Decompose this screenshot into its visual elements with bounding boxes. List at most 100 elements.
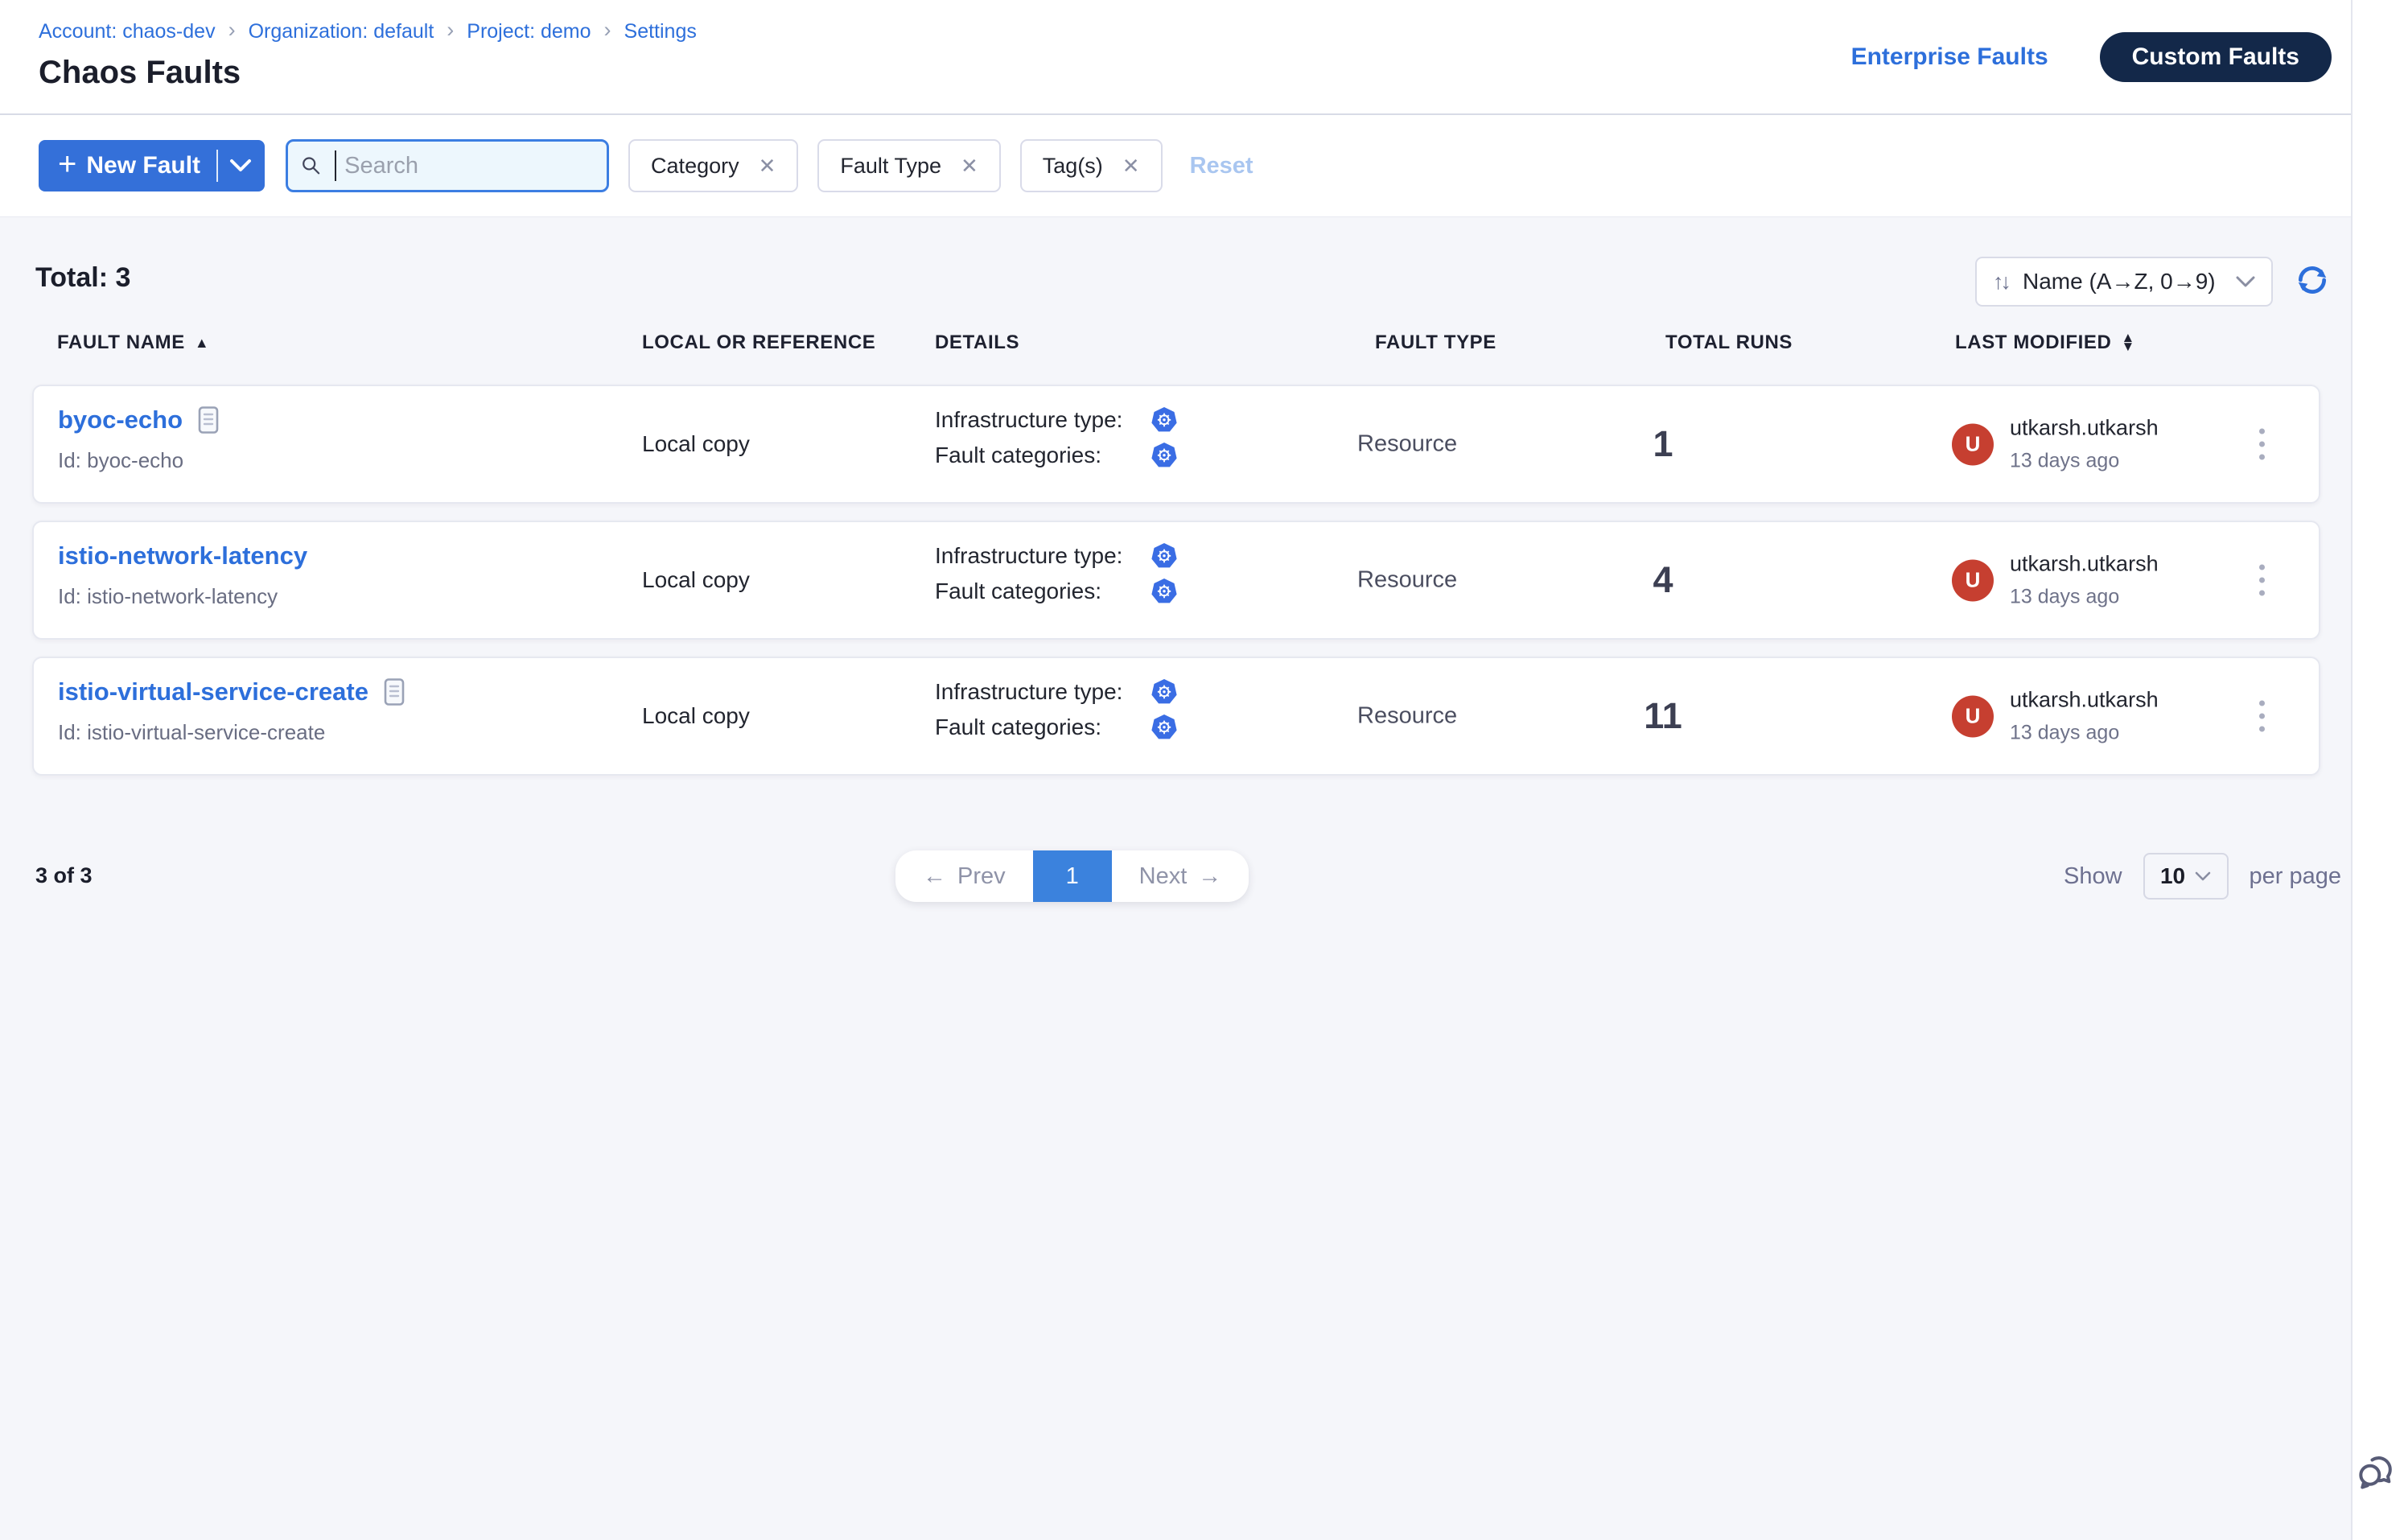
table-row: istio-network-latency Id: istio-network-… xyxy=(32,521,2320,640)
filter-chip-category[interactable]: Category ✕ xyxy=(628,139,798,192)
kebab-dot xyxy=(2259,565,2265,570)
row-menu-button[interactable] xyxy=(2251,421,2273,468)
right-scroll-gutter xyxy=(2351,0,2404,1540)
last-modified-cell: U utkarsh.utkarsh 13 days ago xyxy=(1952,416,2159,473)
modified-time: 13 days ago xyxy=(2010,450,2159,473)
column-header-local-or-reference: LOCAL OR REFERENCE xyxy=(642,331,875,354)
arrow-left-icon: ← xyxy=(923,863,946,890)
help-chat-button[interactable] xyxy=(2354,1447,2401,1498)
enterprise-faults-link[interactable]: Enterprise Faults xyxy=(1851,43,2048,71)
avatar: U xyxy=(1952,695,1994,737)
kebab-dot xyxy=(2259,714,2265,719)
fault-name-link[interactable]: istio-network-latency xyxy=(58,541,307,570)
refresh-button[interactable] xyxy=(2295,262,2330,302)
column-header-details: DETAILS xyxy=(935,331,1019,354)
fault-id: Id: byoc-echo xyxy=(58,448,220,473)
kebab-dot xyxy=(2259,578,2265,583)
column-header-total-runs: TOTAL RUNS xyxy=(1665,331,1793,354)
chevron-down-icon[interactable] xyxy=(229,159,252,173)
copy-id-icon[interactable] xyxy=(197,406,220,434)
refresh-icon xyxy=(2295,262,2330,298)
chaos-faults-page: Account: chaos-dev › Organization: defau… xyxy=(0,0,2351,1540)
sort-both-icon: ▲▼ xyxy=(2121,334,2134,351)
next-label: Next xyxy=(1139,863,1188,890)
close-icon[interactable]: ✕ xyxy=(1122,154,1140,179)
infrastructure-type-label: Infrastructure type: xyxy=(935,407,1151,433)
total-runs-cell: 1 xyxy=(1623,423,1703,465)
page-size-select[interactable]: 10 xyxy=(2143,853,2229,900)
row-menu-button[interactable] xyxy=(2251,557,2273,604)
kebab-dot xyxy=(2259,429,2265,434)
breadcrumb-organization[interactable]: Organization: default xyxy=(249,20,434,43)
filter-chip-fault-type[interactable]: Fault Type ✕ xyxy=(817,139,1000,192)
table-header-row: FAULT NAME ▲ LOCAL OR REFERENCE DETAILS … xyxy=(32,331,2320,364)
kebab-dot xyxy=(2259,727,2265,732)
fault-name-cell: byoc-echo Id: byoc-echo xyxy=(58,406,220,473)
prev-page-button[interactable]: ← Prev xyxy=(895,850,1033,902)
local-or-reference-cell: Local copy xyxy=(642,431,750,457)
new-fault-button[interactable]: + New Fault xyxy=(39,140,265,191)
text-cursor xyxy=(335,150,337,181)
kubernetes-icon xyxy=(1151,678,1178,706)
filter-chip-tags[interactable]: Tag(s) ✕ xyxy=(1020,139,1163,192)
column-header-fault-name[interactable]: FAULT NAME ▲ xyxy=(57,331,209,354)
breadcrumb-settings[interactable]: Settings xyxy=(624,20,697,43)
local-or-reference-cell: Local copy xyxy=(642,703,750,729)
fault-type-cell: Resource xyxy=(1357,431,1457,458)
current-page-button[interactable]: 1 xyxy=(1033,850,1112,902)
breadcrumb-project[interactable]: Project: demo xyxy=(467,20,591,43)
total-count-label: Total: 3 xyxy=(35,262,130,294)
copy-id-icon[interactable] xyxy=(383,677,405,706)
close-icon[interactable]: ✕ xyxy=(961,154,978,179)
avatar: U xyxy=(1952,559,1994,601)
table-row: istio-virtual-service-create Id: istio-v… xyxy=(32,657,2320,776)
sort-ascending-icon: ▲ xyxy=(195,336,209,350)
arrow-right-icon: → xyxy=(1198,863,1221,890)
kubernetes-icon xyxy=(1151,714,1178,741)
search-input[interactable] xyxy=(344,153,594,179)
column-label: TOTAL RUNS xyxy=(1665,331,1793,354)
modified-time: 13 days ago xyxy=(2010,722,2159,745)
page-size-value: 10 xyxy=(2160,863,2185,889)
breadcrumb-separator-icon: › xyxy=(447,18,454,43)
chat-bubbles-icon xyxy=(2354,1447,2401,1494)
reset-filters-button[interactable]: Reset xyxy=(1190,153,1253,179)
infrastructure-type-label: Infrastructure type: xyxy=(935,543,1151,569)
filter-chip-label: Category xyxy=(651,154,739,179)
fault-name-link[interactable]: byoc-echo xyxy=(58,406,220,434)
kubernetes-icon xyxy=(1151,542,1178,570)
infrastructure-type-label: Infrastructure type: xyxy=(935,679,1151,705)
fault-type-cell: Resource xyxy=(1357,703,1457,730)
fault-name-text: istio-network-latency xyxy=(58,541,307,570)
custom-faults-button[interactable]: Custom Faults xyxy=(2100,32,2332,82)
close-icon[interactable]: ✕ xyxy=(759,154,776,179)
pagination-range-label: 3 of 3 xyxy=(35,863,93,888)
search-icon xyxy=(301,154,322,178)
kubernetes-icon xyxy=(1151,442,1178,469)
modified-time: 13 days ago xyxy=(2010,586,2159,609)
kebab-dot xyxy=(2259,591,2265,596)
kebab-dot xyxy=(2259,455,2265,460)
search-box[interactable] xyxy=(286,139,609,192)
fault-type-cell: Resource xyxy=(1357,567,1457,594)
toolbar: + New Fault Category ✕ Fault Type ✕ Tag(… xyxy=(0,115,2351,217)
column-header-last-modified[interactable]: LAST MODIFIED ▲▼ xyxy=(1955,331,2135,354)
page-size-control: Show 10 per page xyxy=(2064,853,2341,900)
faults-list-panel: Total: 3 ↑↓ Name (A→Z, 0→9) FAULT NAME ▲ xyxy=(0,217,2351,1540)
row-menu-button[interactable] xyxy=(2251,693,2273,740)
pager: ← Prev 1 Next → xyxy=(895,850,1249,902)
table-row: byoc-echo Id: byoc-echo Local copy Infra… xyxy=(32,385,2320,504)
details-cell: Infrastructure type: Fault categories: xyxy=(935,406,1178,469)
breadcrumb-account[interactable]: Account: chaos-dev xyxy=(39,20,216,43)
header-actions: Enterprise Faults Custom Faults xyxy=(1851,32,2332,82)
next-page-button[interactable]: Next → xyxy=(1112,850,1249,902)
column-label: FAULT TYPE xyxy=(1375,331,1496,354)
chevron-down-icon xyxy=(2195,871,2211,882)
column-label: LAST MODIFIED xyxy=(1955,331,2111,354)
chevron-down-icon xyxy=(2236,276,2255,288)
total-runs-cell: 4 xyxy=(1623,559,1703,601)
fault-name-link[interactable]: istio-virtual-service-create xyxy=(58,677,405,706)
fault-categories-label: Fault categories: xyxy=(935,443,1151,468)
sort-select[interactable]: ↑↓ Name (A→Z, 0→9) xyxy=(1975,257,2273,307)
local-or-reference-cell: Local copy xyxy=(642,567,750,593)
